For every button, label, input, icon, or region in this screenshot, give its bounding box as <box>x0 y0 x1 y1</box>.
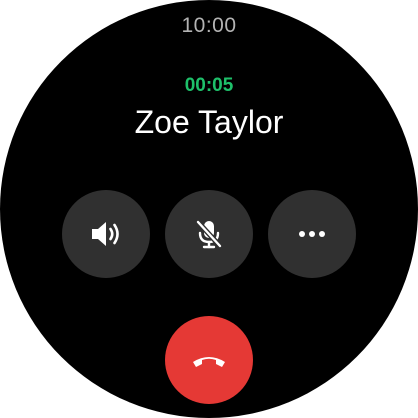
mute-button[interactable] <box>165 190 253 278</box>
more-options-button[interactable] <box>268 190 356 278</box>
watch-face: 10:00 00:05 Zoe Taylor <box>0 0 418 418</box>
call-duration: 00:05 <box>184 75 234 96</box>
caller-name: Zoe Taylor <box>134 104 284 140</box>
microphone-muted-icon <box>189 214 229 254</box>
status-time: 10:00 <box>181 14 237 37</box>
speaker-icon <box>86 214 126 254</box>
speaker-button[interactable] <box>62 190 150 278</box>
phone-hangup-icon <box>187 338 231 382</box>
more-options-icon <box>292 214 332 254</box>
end-call-button[interactable] <box>165 316 253 404</box>
